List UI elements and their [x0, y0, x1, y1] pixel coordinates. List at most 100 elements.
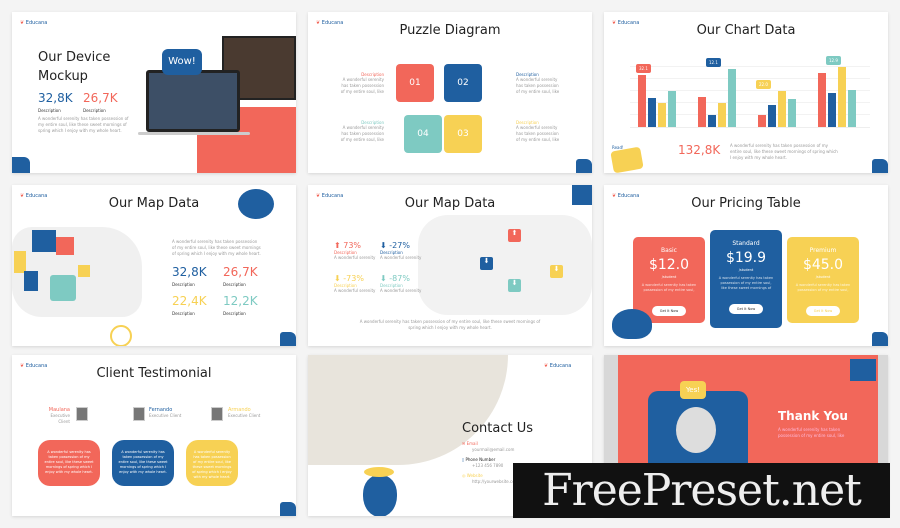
- testimonial-bubble: A wonderful serenity has taken possessio…: [112, 440, 174, 486]
- chart-bar: [698, 97, 706, 127]
- slide-title: Client Testimonial: [96, 366, 212, 381]
- chart-bar: [728, 69, 736, 127]
- data-label: 12.9: [826, 56, 841, 65]
- sticker-text: Read!: [612, 145, 624, 150]
- stat-value: 26,7K: [83, 91, 118, 105]
- plan-price: $45.0: [802, 257, 844, 273]
- blob-character: [238, 189, 274, 219]
- desc-text: A wonderful serenity has taken possessio…: [340, 77, 384, 94]
- data-label: 22.0: [756, 80, 771, 89]
- slide-chart[interactable]: Educana Our Chart Data 32.112.122.012.9 …: [604, 12, 888, 173]
- folder-decoration: [850, 359, 876, 381]
- slide-title: Thank You: [778, 409, 848, 423]
- slide-title: Contact Us: [462, 421, 533, 436]
- get-it-now-button[interactable]: Get It Now: [651, 306, 687, 316]
- slide-eu-map[interactable]: Educana Our Map Data ⬆ 73%DescriptionA w…: [308, 185, 592, 346]
- body-text: A wonderful serenity has taken possessio…: [172, 239, 261, 256]
- map-state: [32, 230, 56, 252]
- strawberry-leaf: [364, 467, 394, 477]
- laptop-base: [138, 132, 250, 135]
- folder-decoration: [572, 185, 592, 205]
- watermark: FreePreset.net: [513, 463, 890, 518]
- chart-bar: [848, 89, 856, 127]
- arrow-down-icon: ⬇: [380, 241, 390, 250]
- desc-text: A wonderful serenity has taken possessio…: [340, 125, 384, 142]
- avatar: [133, 407, 145, 421]
- chart-bar: [758, 115, 766, 127]
- spiral-decoration: [110, 325, 132, 346]
- slide-testimonial[interactable]: Educana Client Testimonial MaulanaExecut…: [12, 355, 296, 516]
- plan-desc: A wonderful serenity has taken possessio…: [718, 276, 774, 290]
- map-marker-down-icon[interactable]: ⬇: [480, 257, 493, 270]
- stat-label: Description: [172, 282, 195, 287]
- chart-bar: [818, 73, 826, 127]
- map-marker-down-icon[interactable]: ⬇: [550, 265, 563, 278]
- contact-value[interactable]: yourmail@email.com: [472, 447, 519, 453]
- plan-desc: A wonderful serenity has taken possessio…: [795, 283, 851, 292]
- yes-bubble: Yes!: [680, 381, 706, 399]
- puzzle-piece: 03: [444, 115, 482, 153]
- body-text: A wonderful serenity has taken possessio…: [38, 116, 129, 133]
- stat-sub: A wonderful serenity: [380, 288, 422, 293]
- folder-decoration: [872, 159, 888, 173]
- slide-us-map[interactable]: Educana Our Map Data A wonderful serenit…: [12, 185, 296, 346]
- stat-value: 32,8K: [38, 91, 73, 105]
- plan-unit: /student: [815, 275, 831, 279]
- map-state: [78, 265, 90, 277]
- slide-title: Our Device Mockup: [38, 50, 111, 84]
- slide-puzzle[interactable]: Educana Puzzle Diagram 01 02 04 03 Descr…: [308, 12, 592, 173]
- contact-label: Website: [466, 473, 483, 478]
- grid-line: [630, 90, 870, 91]
- chart-bar: [768, 105, 776, 127]
- desc-text: A wonderful serenity has taken possessio…: [516, 77, 560, 94]
- get-it-now-button[interactable]: Get It Now: [805, 306, 841, 316]
- bar-chart: 32.1 12.1 22.0 12.9: [630, 56, 870, 128]
- map-marker-up-icon[interactable]: ⬆: [508, 229, 521, 242]
- puzzle-piece: 02: [444, 64, 482, 102]
- folder-decoration: [576, 159, 592, 173]
- stat-label: Description: [83, 108, 106, 113]
- brand-logo: Educana: [544, 363, 572, 369]
- desc-text: A wonderful serenity has taken possessio…: [516, 125, 560, 142]
- slide-pricing[interactable]: Educana Our Pricing Table Basic$12.0/stu…: [604, 185, 888, 346]
- plan-name: Premium: [809, 247, 837, 254]
- contact-label: Email: [466, 441, 478, 446]
- folder-decoration: [280, 502, 296, 516]
- map-state: [56, 237, 74, 255]
- plan-price: $12.0: [648, 257, 690, 273]
- stat-down: ⬇ -27%: [380, 241, 410, 250]
- chart-bar: [658, 103, 666, 127]
- contact-value[interactable]: +123 456 7890: [472, 463, 519, 469]
- book-sticker: [610, 146, 644, 173]
- stat-value: 32,8K: [172, 265, 207, 279]
- plan-name: Standard: [732, 240, 760, 247]
- chart-bar: [828, 93, 836, 127]
- stat-down: ⬇ -73%: [334, 274, 364, 283]
- person-role: Executive Client: [50, 413, 70, 424]
- stat-sub: A wonderful serenity: [334, 255, 376, 260]
- girl-character: [676, 407, 716, 453]
- plan-name: Basic: [661, 247, 677, 254]
- chart-bar: [648, 98, 656, 127]
- europe-map: [418, 215, 592, 315]
- stat-value: 22,4K: [172, 294, 207, 308]
- stat-label: Description: [223, 311, 246, 316]
- slide-title: Our Chart Data: [696, 23, 796, 38]
- stat-label: Description: [38, 108, 61, 113]
- chart-bar: [788, 99, 796, 127]
- data-label: 12.1: [706, 58, 721, 68]
- slide-device-mockup[interactable]: Educana Our DeviceMockup 32,8K 26,7K Des…: [12, 12, 296, 173]
- pricing-card-premium: Premium $45.0/student A wonderful serenity…: [787, 237, 859, 323]
- folder-decoration: [872, 332, 888, 346]
- plan-unit: /student: [738, 268, 754, 272]
- stat-label: Description: [223, 282, 246, 287]
- person-role: Executive Client: [228, 413, 261, 418]
- map-marker-down-icon[interactable]: ⬇: [508, 279, 521, 292]
- map-state: [50, 275, 76, 301]
- arrow-down-icon: ⬇: [334, 274, 344, 283]
- get-it-now-button[interactable]: Get It Now: [728, 304, 764, 314]
- person-role: Executive Client: [149, 413, 182, 418]
- blob-character: [612, 309, 652, 339]
- contact-value[interactable]: http://yourwebsite.com: [472, 479, 519, 485]
- grid-line: [630, 66, 870, 67]
